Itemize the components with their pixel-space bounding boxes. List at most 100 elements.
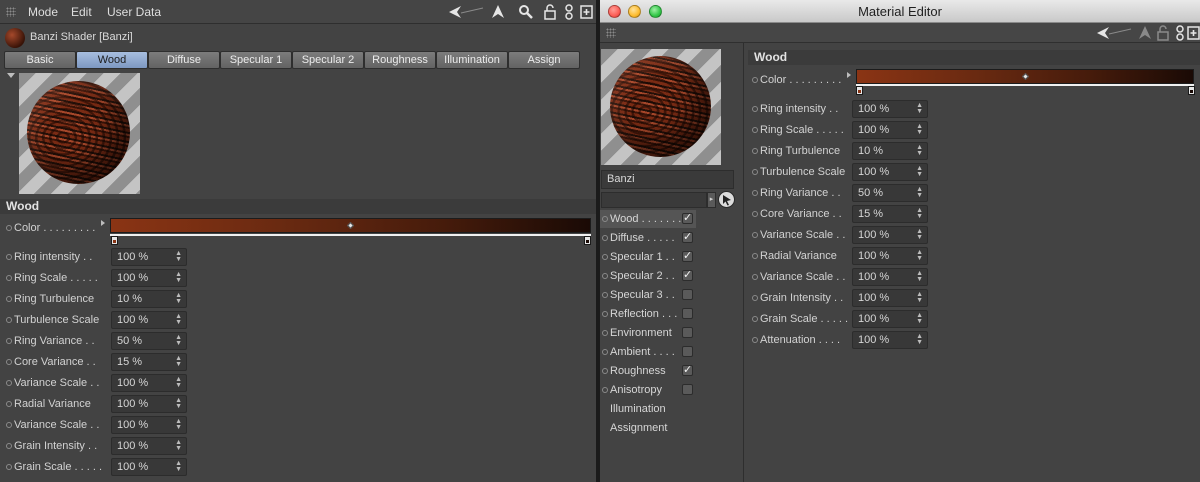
stepper-arrows-icon[interactable]: ▲ ▼ xyxy=(916,102,923,115)
channel-checkbox[interactable] xyxy=(682,308,693,319)
keyframe-dot[interactable] xyxy=(6,464,12,470)
channel-anisotropy[interactable]: Anisotropy xyxy=(600,381,696,399)
gradient-bias-knob[interactable] xyxy=(346,221,355,230)
channel-checkbox[interactable]: ✓ xyxy=(682,270,693,281)
channel-checkbox[interactable] xyxy=(682,289,693,300)
channel-checkbox[interactable]: ✓ xyxy=(682,365,693,376)
keyframe-dot[interactable] xyxy=(6,443,12,449)
menu-edit[interactable]: Edit xyxy=(71,5,92,19)
channel-checkbox[interactable] xyxy=(682,384,693,395)
channel-illumination[interactable]: Illumination xyxy=(600,400,696,418)
keyframe-dot[interactable] xyxy=(752,106,758,112)
keyframe-dot[interactable] xyxy=(752,127,758,133)
stepper-arrows-icon[interactable]: ▲ ▼ xyxy=(175,292,182,305)
tab-roughness[interactable]: Roughness xyxy=(364,51,436,69)
keyframe-dot[interactable] xyxy=(6,401,12,407)
param-value-field[interactable]: 100 % ▲ ▼ xyxy=(111,437,187,455)
menu-user-data[interactable]: User Data xyxy=(107,5,161,19)
gradient-expand-icon[interactable] xyxy=(847,72,851,78)
keyframe-dot[interactable] xyxy=(6,275,12,281)
arrow-up-icon[interactable] xyxy=(1137,25,1153,41)
channel-checkbox[interactable]: ✓ xyxy=(682,232,693,243)
keyframe-dot[interactable] xyxy=(752,77,758,83)
gradient-stop-start[interactable] xyxy=(856,86,863,95)
stepper-arrows-icon[interactable]: ▲ ▼ xyxy=(916,144,923,157)
channel-checkbox[interactable] xyxy=(682,327,693,338)
param-value-field[interactable]: 100 % ▲ ▼ xyxy=(852,121,928,139)
param-value-field[interactable]: 10 % ▲ ▼ xyxy=(852,142,928,160)
material-preview[interactable] xyxy=(19,73,140,194)
stepper-arrows-icon[interactable]: ▲ ▼ xyxy=(175,313,182,326)
param-value-field[interactable]: 50 % ▲ ▼ xyxy=(852,184,928,202)
preview-mode-field[interactable] xyxy=(601,192,707,208)
keyframe-dot[interactable] xyxy=(752,211,758,217)
panel-grip-icon[interactable] xyxy=(606,28,616,38)
param-value-field[interactable]: 100 % ▲ ▼ xyxy=(111,395,187,413)
stepper-arrows-icon[interactable]: ▲ ▼ xyxy=(916,207,923,220)
gradient-stop-start[interactable] xyxy=(111,236,118,245)
stepper-arrows-icon[interactable]: ▲ ▼ xyxy=(916,333,923,346)
stepper-arrows-icon[interactable]: ▲ ▼ xyxy=(916,165,923,178)
tab-basic[interactable]: Basic xyxy=(4,51,76,69)
keyframe-dot[interactable] xyxy=(6,317,12,323)
stepper-arrows-icon[interactable]: ▲ ▼ xyxy=(916,249,923,262)
menu-mode[interactable]: Mode xyxy=(28,5,58,19)
param-value-field[interactable]: 15 % ▲ ▼ xyxy=(111,353,187,371)
color-gradient[interactable] xyxy=(110,218,591,233)
picker-icon[interactable] xyxy=(718,191,735,208)
channel-specular-1[interactable]: Specular 1 . . ✓ xyxy=(600,248,696,266)
channel-specular-3[interactable]: Specular 3 . . xyxy=(600,286,696,304)
lock-icon[interactable] xyxy=(543,4,557,20)
new-window-icon[interactable] xyxy=(580,4,593,20)
channel-assignment[interactable]: Assignment xyxy=(600,419,696,437)
param-value-field[interactable]: 100 % ▲ ▼ xyxy=(852,100,928,118)
channel-environment[interactable]: Environment xyxy=(600,324,696,342)
gradient-bias-knob[interactable] xyxy=(1021,72,1030,81)
keyframe-dot[interactable] xyxy=(752,253,758,259)
param-value-field[interactable]: 100 % ▲ ▼ xyxy=(111,374,187,392)
search-icon[interactable] xyxy=(518,4,534,20)
param-value-field[interactable]: 100 % ▲ ▼ xyxy=(852,331,928,349)
keyframe-dot[interactable] xyxy=(752,337,758,343)
param-value-field[interactable]: 100 % ▲ ▼ xyxy=(852,247,928,265)
keyframe-dot[interactable] xyxy=(6,296,12,302)
channel-checkbox[interactable]: ✓ xyxy=(682,251,693,262)
link-icon[interactable] xyxy=(563,4,575,20)
gradient-stop-end[interactable] xyxy=(1188,86,1195,95)
param-value-field[interactable]: 100 % ▲ ▼ xyxy=(852,268,928,286)
keyframe-dot[interactable] xyxy=(6,422,12,428)
stepper-arrows-icon[interactable]: ▲ ▼ xyxy=(916,123,923,136)
keyframe-dot[interactable] xyxy=(6,338,12,344)
stepper-arrows-icon[interactable]: ▲ ▼ xyxy=(175,460,182,473)
tab-wood[interactable]: Wood xyxy=(76,51,148,69)
tab-specular-2[interactable]: Specular 2 xyxy=(292,51,364,69)
dropdown-arrow-icon[interactable]: ▸ xyxy=(707,192,716,208)
tab-illumination[interactable]: Illumination xyxy=(436,51,508,69)
keyframe-dot[interactable] xyxy=(752,190,758,196)
tab-diffuse[interactable]: Diffuse xyxy=(148,51,220,69)
color-gradient[interactable] xyxy=(856,69,1194,84)
channel-checkbox[interactable] xyxy=(682,346,693,357)
param-value-field[interactable]: 100 % ▲ ▼ xyxy=(111,458,187,476)
stepper-arrows-icon[interactable]: ▲ ▼ xyxy=(175,355,182,368)
arrow-left-icon[interactable] xyxy=(447,4,485,20)
material-name-field[interactable]: Banzi xyxy=(601,170,734,189)
keyframe-dot[interactable] xyxy=(6,380,12,386)
stepper-arrows-icon[interactable]: ▲ ▼ xyxy=(916,228,923,241)
param-value-field[interactable]: 100 % ▲ ▼ xyxy=(111,416,187,434)
arrow-up-icon[interactable] xyxy=(490,4,506,20)
link-icon[interactable] xyxy=(1174,25,1186,41)
stepper-arrows-icon[interactable]: ▲ ▼ xyxy=(175,376,182,389)
stepper-arrows-icon[interactable]: ▲ ▼ xyxy=(175,397,182,410)
stepper-arrows-icon[interactable]: ▲ ▼ xyxy=(175,418,182,431)
material-preview[interactable] xyxy=(601,49,721,165)
keyframe-dot[interactable] xyxy=(752,232,758,238)
arrow-left-icon[interactable] xyxy=(1095,25,1133,41)
gradient-expand-icon[interactable] xyxy=(101,220,105,226)
keyframe-dot[interactable] xyxy=(752,274,758,280)
new-window-icon[interactable] xyxy=(1187,25,1200,41)
keyframe-dot[interactable] xyxy=(752,316,758,322)
stepper-arrows-icon[interactable]: ▲ ▼ xyxy=(175,271,182,284)
channel-specular-2[interactable]: Specular 2 . . ✓ xyxy=(600,267,696,285)
stepper-arrows-icon[interactable]: ▲ ▼ xyxy=(175,439,182,452)
